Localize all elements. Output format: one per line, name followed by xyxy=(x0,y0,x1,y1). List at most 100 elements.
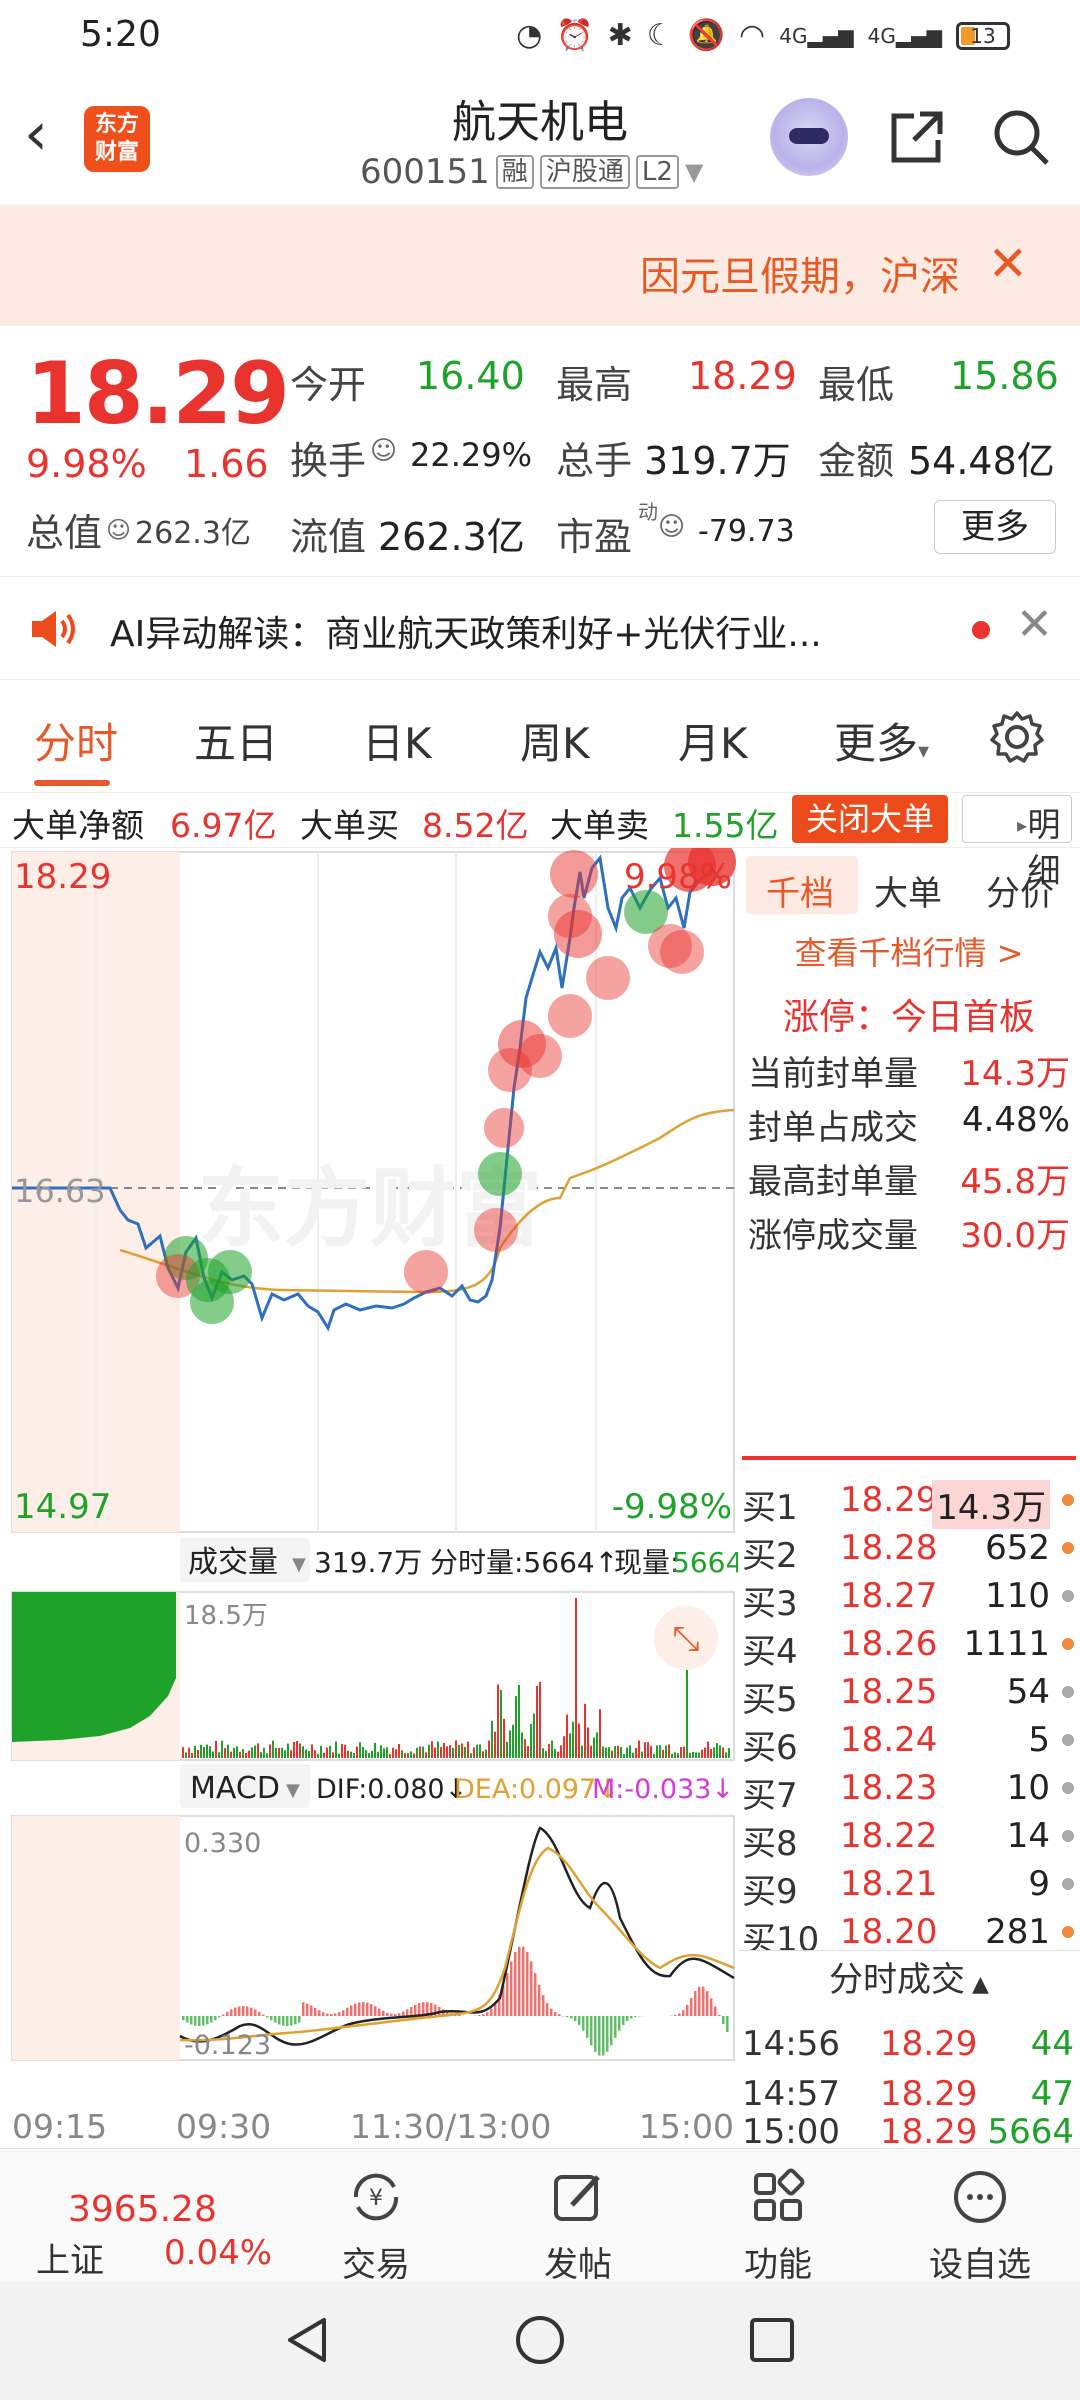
volume-bar xyxy=(569,1733,571,1758)
order-panel: 千档 大单 分价 查看千档行情 > 涨停：今日首板 当前封单量 14.3万 封单… xyxy=(738,848,1080,2152)
volume-bar xyxy=(461,1743,463,1758)
volume-bar xyxy=(239,1751,241,1758)
stock-code-line[interactable]: 600151 融 沪股通 L2 ▼ xyxy=(360,152,703,192)
detail-button[interactable]: 明细 ▸ xyxy=(962,795,1072,890)
macd-bar xyxy=(230,2009,233,2016)
stat-value: 45.8万 xyxy=(960,1162,1070,1202)
macd-bar xyxy=(242,2006,245,2016)
tab-more[interactable]: 更多▾ xyxy=(834,710,929,771)
nav-functions[interactable]: 功能 xyxy=(708,2167,848,2286)
signal-icon-2: 4G▂▄▆ xyxy=(867,23,942,48)
volume-bar xyxy=(308,1750,310,1758)
tab-daily-k[interactable]: 日K xyxy=(362,710,432,771)
gear-icon[interactable] xyxy=(990,710,1044,764)
tab-weekly-k[interactable]: 周K xyxy=(520,710,590,771)
ai-assistant-icon[interactable] xyxy=(770,98,848,176)
intraday-chart[interactable]: 东方财富 18.29 16.63 14.97 9.98% -9.98% 成交量 … xyxy=(0,848,738,2148)
close-icon[interactable]: ✕ xyxy=(1016,599,1053,650)
volume-bar xyxy=(527,1745,529,1758)
volume-bar xyxy=(224,1748,226,1758)
tab-thousand-levels[interactable]: 千档 xyxy=(766,866,834,915)
index-value[interactable]: 3965.28 xyxy=(68,2189,217,2230)
macd-bar xyxy=(310,2005,313,2016)
orderbook-row[interactable]: 买9 18.21 9 xyxy=(738,1864,1080,1912)
nav-add-watchlist-label: 设自选 xyxy=(929,2245,1031,2285)
orderbook-row[interactable]: 买3 18.27 110 xyxy=(738,1576,1080,1624)
volume-bar xyxy=(563,1736,565,1758)
macd-bar xyxy=(726,2016,729,2033)
volume-bar xyxy=(533,1713,535,1758)
nav-post[interactable]: 发帖 xyxy=(508,2167,648,2286)
pe-info-icon[interactable]: ☺ xyxy=(658,512,685,542)
tab-intraday[interactable]: 分时 xyxy=(34,710,118,771)
orderbook-row[interactable]: 买6 18.24 5 xyxy=(738,1720,1080,1768)
macd-bar xyxy=(302,2002,305,2016)
amount-value: 54.48亿 xyxy=(908,439,1055,483)
volume-bar xyxy=(638,1740,640,1758)
volume-bar xyxy=(515,1696,517,1758)
volume-bar xyxy=(689,1752,691,1758)
tab-monthly-k[interactable]: 月K xyxy=(678,710,748,771)
nav-trade[interactable]: ¥ 交易 xyxy=(306,2167,446,2286)
volume-bar xyxy=(359,1742,361,1758)
macd-bottom-label: -0.123 xyxy=(184,2030,271,2061)
tab-price-dist[interactable]: 分价 xyxy=(986,866,1054,915)
macd-bar xyxy=(342,2010,345,2016)
info-icon[interactable]: ☺ xyxy=(370,436,397,466)
orderbook-row[interactable]: 买4 18.26 1111 xyxy=(738,1624,1080,1672)
stock-code: 600151 xyxy=(360,152,490,192)
volume-bar xyxy=(206,1744,208,1758)
volume-bar xyxy=(476,1744,478,1758)
search-icon[interactable] xyxy=(990,106,1052,168)
macd-bar xyxy=(282,2016,285,2026)
volume-bar xyxy=(314,1750,316,1758)
close-icon[interactable]: ✕ xyxy=(988,236,1028,292)
volume-bar xyxy=(203,1747,205,1758)
volume-bar xyxy=(530,1723,532,1758)
trades-header[interactable]: 分时成交 ▲ xyxy=(738,1950,1080,2010)
orderbook-row[interactable]: 买1 18.29 14.3万 xyxy=(738,1480,1080,1529)
orderbook-row[interactable]: 买7 18.23 10 xyxy=(738,1768,1080,1816)
macd-bar xyxy=(602,2016,605,2056)
pe-value: -79.73 xyxy=(698,514,795,549)
volume-bar xyxy=(560,1745,562,1758)
turnover-value: 22.29% xyxy=(410,436,533,474)
orderbook-row[interactable]: 买5 18.25 54 xyxy=(738,1672,1080,1720)
macd-bar xyxy=(326,2013,329,2016)
macd-bar xyxy=(506,1973,509,2016)
orderbook-row[interactable]: 买8 18.22 14 xyxy=(738,1816,1080,1864)
view-levels-link[interactable]: 查看千档行情 > xyxy=(738,928,1080,974)
volume-bar xyxy=(503,1718,505,1758)
volume-bar xyxy=(680,1747,682,1758)
tab-big-order[interactable]: 大单 xyxy=(874,866,942,915)
macd-bar xyxy=(222,2014,225,2016)
macd-bar xyxy=(674,2015,677,2016)
stat-label: 当前封单量 xyxy=(748,1054,918,1094)
expand-icon[interactable]: ⤡ xyxy=(672,1619,699,1659)
orderbook-row[interactable]: 买2 18.28 652 xyxy=(738,1528,1080,1576)
ai-insight-bar[interactable]: AI异动解读：商业航天政策利好+光伏行业... ✕ xyxy=(0,576,1080,680)
macd-bar xyxy=(558,2014,561,2016)
volume-bar xyxy=(197,1750,199,1758)
holiday-notice[interactable]: 因元旦假期，沪深 ✕ xyxy=(0,206,1080,326)
macd-bar xyxy=(358,2002,361,2016)
float-value: 262.3亿 xyxy=(378,515,525,559)
volume-bar xyxy=(356,1746,358,1758)
macd-bar xyxy=(218,2016,221,2018)
battery-icon: 13 xyxy=(956,21,1010,50)
home-nav-icon[interactable] xyxy=(512,2312,568,2368)
close-big-order-button[interactable]: 关闭大单 xyxy=(792,795,948,843)
macd-bar xyxy=(186,2016,189,2023)
back-nav-icon[interactable] xyxy=(280,2312,336,2368)
macd-bar xyxy=(486,2012,489,2016)
tab-five-day[interactable]: 五日 xyxy=(194,710,278,771)
nav-add-watchlist[interactable]: 设自选 xyxy=(910,2167,1050,2286)
share-icon[interactable] xyxy=(886,106,948,168)
recents-nav-icon[interactable] xyxy=(744,2312,800,2368)
macd-bar xyxy=(386,2012,389,2016)
volume-bar xyxy=(188,1747,190,1758)
macd-bar xyxy=(234,2007,237,2016)
more-button[interactable]: 更多 xyxy=(934,500,1056,554)
volume-bar xyxy=(185,1752,187,1758)
index-name: 上证 xyxy=(36,2241,104,2281)
